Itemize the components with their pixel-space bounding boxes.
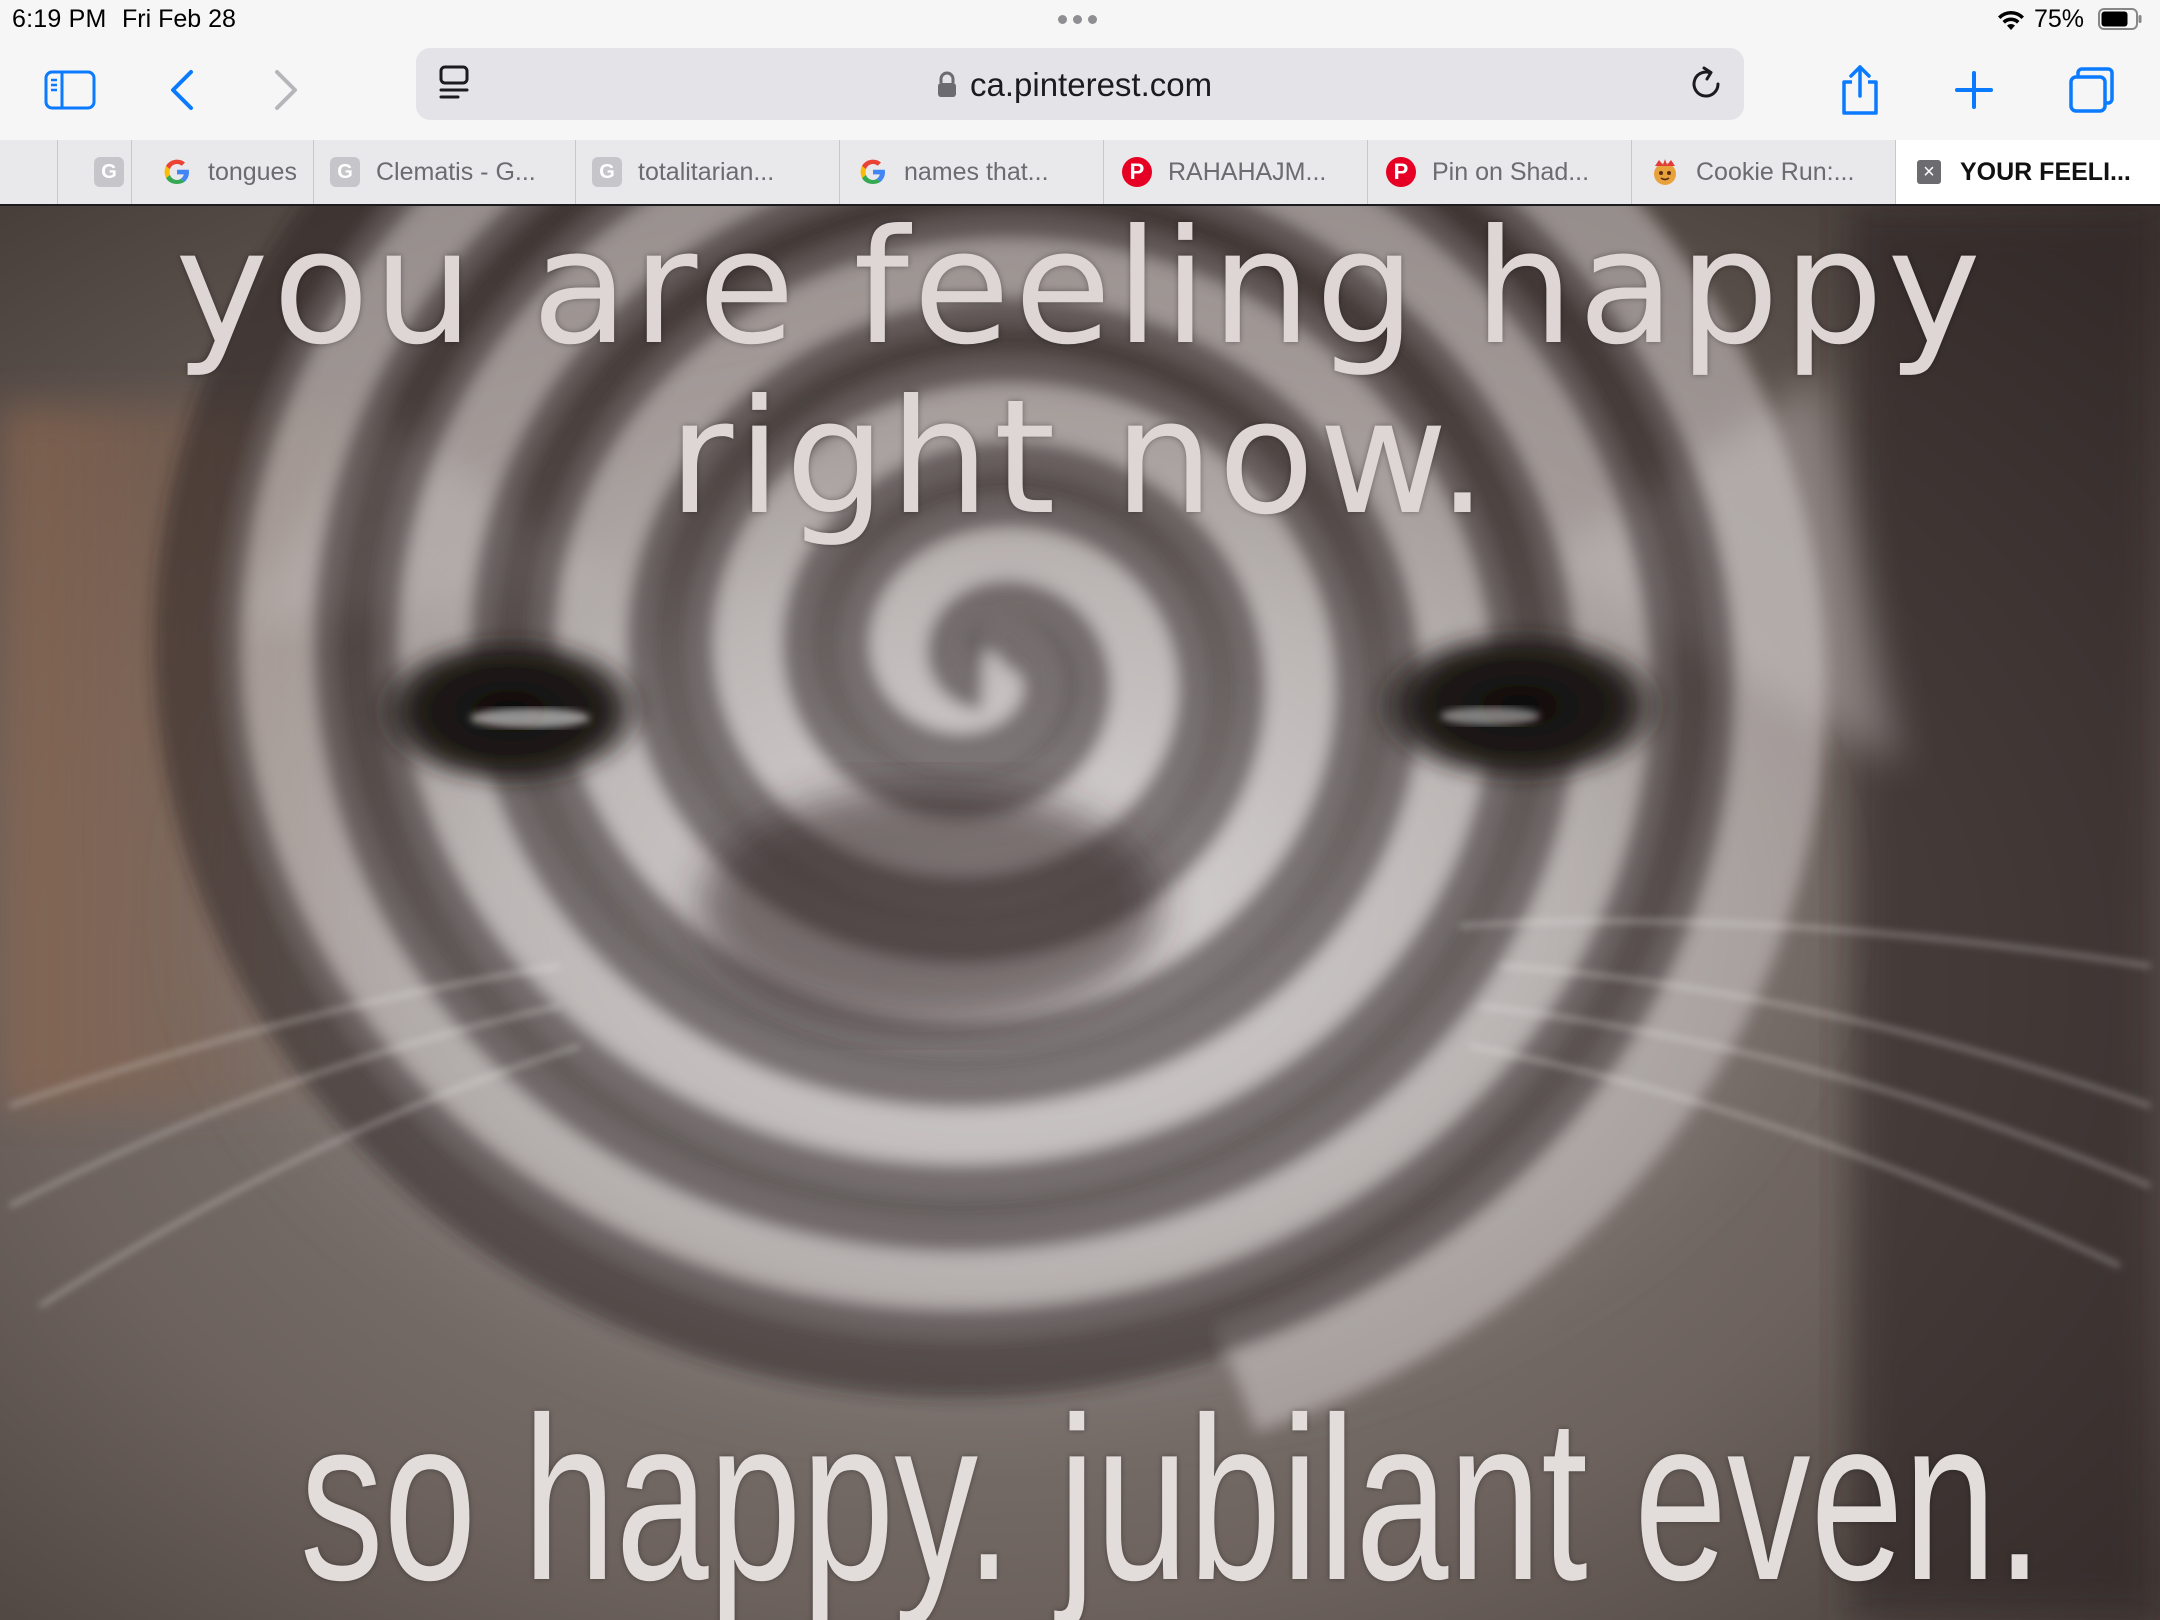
tab-totalitarian[interactable]: G totalitarian... [576, 140, 840, 204]
tab-tongues[interactable]: tongues [132, 140, 314, 204]
tab-google-blank[interactable]: G [58, 140, 132, 204]
tab-your-feeling[interactable]: × YOUR FEELI... [1896, 140, 2160, 204]
pinterest-icon: P [1122, 157, 1152, 187]
caption-bottom: so happy. jubilant even. [300, 1370, 2043, 1620]
share-button[interactable] [1830, 60, 1890, 120]
caption-top-line2: right now. [668, 366, 1492, 550]
plus-icon [1955, 71, 1993, 109]
tab-label: RAHAHAJM... [1168, 157, 1327, 186]
address-bar[interactable]: ca.pinterest.com [416, 48, 1744, 120]
browser-toolbar: ca.pinterest.com [0, 40, 2160, 140]
tab-label: Cookie Run:... [1696, 157, 1855, 186]
meme-image: you are feeling happy right now. so happ… [0, 206, 2160, 1620]
status-time: 6:19 PM [12, 5, 107, 33]
share-icon [1842, 65, 1878, 115]
lock-icon [938, 71, 956, 97]
sidebar-icon [44, 70, 96, 110]
tab-label: Pin on Shad... [1432, 157, 1590, 186]
tab-rahahajm[interactable]: P RAHAHAJM... [1104, 140, 1368, 204]
tab-names-that[interactable]: names that... [840, 140, 1104, 204]
google-grey-icon: G [592, 157, 622, 187]
tab-pin-on-shad[interactable]: P Pin on Shad... [1368, 140, 1632, 204]
google-icon [860, 159, 885, 184]
wifi-icon [1998, 10, 2024, 30]
pinterest-icon: P [1386, 157, 1416, 187]
battery-icon [2098, 8, 2142, 30]
close-tab-button[interactable]: × [1914, 157, 1944, 187]
tabs-overview-icon [2069, 67, 2114, 113]
back-button[interactable] [152, 60, 212, 120]
cookie-run-icon [1654, 159, 1676, 185]
google-grey-icon: G [94, 157, 124, 187]
tab-label: Clematis - G... [376, 157, 536, 186]
multitasking-dots-icon[interactable] [1058, 15, 1097, 24]
tab-label: tongues [208, 157, 297, 186]
tab-clematis[interactable]: G Clematis - G... [314, 140, 576, 204]
sidebar-button[interactable] [40, 60, 100, 120]
tab-label: YOUR FEELI... [1960, 157, 2131, 186]
google-icon [164, 159, 189, 184]
new-tab-button[interactable] [1944, 60, 2004, 120]
google-grey-icon: G [330, 157, 360, 187]
battery-percent: 75% [2034, 5, 2085, 33]
tab-pinned-blank[interactable] [10, 140, 58, 204]
status-bar: 6:19 PM Fri Feb 28 75% [0, 0, 2160, 40]
tab-cookie-run[interactable]: Cookie Run:... [1632, 140, 1896, 204]
page-menu-icon[interactable] [438, 64, 472, 104]
forward-button[interactable] [256, 60, 316, 120]
tab-label: names that... [904, 157, 1049, 186]
chevron-right-icon [275, 70, 297, 110]
status-date: Fri Feb 28 [122, 5, 236, 33]
tab-label: totalitarian... [638, 157, 775, 186]
close-icon: × [1917, 160, 1941, 184]
url-text: ca.pinterest.com [970, 66, 1213, 103]
caption-top-line1: you are feeling happy [175, 206, 1985, 380]
chevron-left-icon [171, 70, 193, 110]
reload-icon[interactable] [1686, 64, 1726, 104]
tab-bar: G tongues G Clematis - G... G totalitari… [0, 140, 2160, 206]
tab-overview-button[interactable] [2062, 60, 2122, 120]
